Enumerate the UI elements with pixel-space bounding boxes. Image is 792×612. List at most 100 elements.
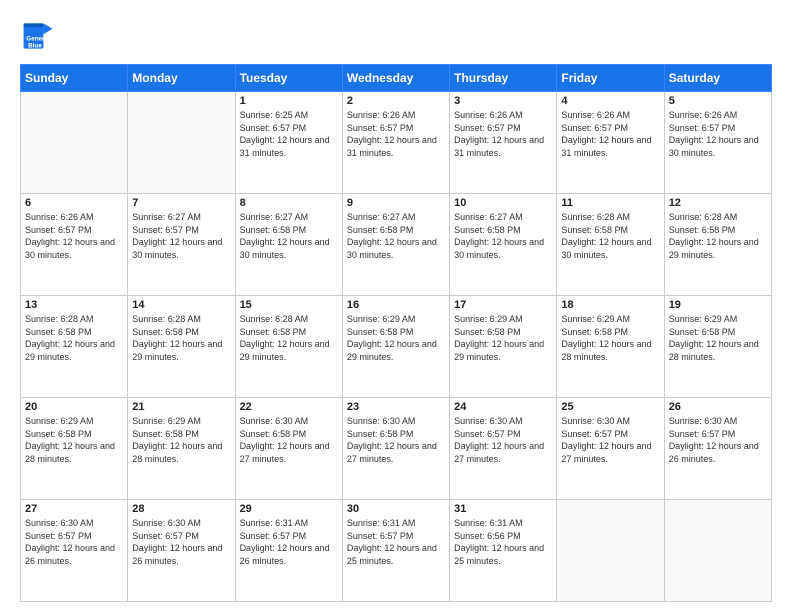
- day-info: Sunrise: 6:29 AM Sunset: 6:58 PM Dayligh…: [132, 415, 230, 465]
- calendar-cell: 31 Sunrise: 6:31 AM Sunset: 6:56 PM Dayli…: [450, 500, 557, 602]
- calendar-cell: 26 Sunrise: 6:30 AM Sunset: 6:57 PM Dayli…: [664, 398, 771, 500]
- weekday-header-monday: Monday: [128, 65, 235, 92]
- logo-icon: General Blue: [20, 18, 56, 54]
- day-number: 2: [347, 95, 445, 107]
- header: General Blue: [20, 18, 772, 54]
- day-info: Sunrise: 6:30 AM Sunset: 6:58 PM Dayligh…: [347, 415, 445, 465]
- weekday-header-thursday: Thursday: [450, 65, 557, 92]
- logo: General Blue: [20, 18, 56, 54]
- calendar-cell: 21 Sunrise: 6:29 AM Sunset: 6:58 PM Dayli…: [128, 398, 235, 500]
- day-number: 21: [132, 401, 230, 413]
- calendar-cell: 12 Sunrise: 6:28 AM Sunset: 6:58 PM Dayli…: [664, 194, 771, 296]
- day-info: Sunrise: 6:26 AM Sunset: 6:57 PM Dayligh…: [25, 211, 123, 261]
- calendar-cell: 6Sunrise: 6:26 AM Sunset: 6:57 PM Daylig…: [21, 194, 128, 296]
- day-number: 27: [25, 503, 123, 515]
- svg-text:General: General: [26, 36, 50, 43]
- day-info: Sunrise: 6:28 AM Sunset: 6:58 PM Dayligh…: [132, 313, 230, 363]
- day-info: Sunrise: 6:28 AM Sunset: 6:58 PM Dayligh…: [561, 211, 659, 261]
- day-info: Sunrise: 6:31 AM Sunset: 6:57 PM Dayligh…: [240, 517, 338, 567]
- week-row-3: 13 Sunrise: 6:28 AM Sunset: 6:58 PM Dayli…: [21, 296, 772, 398]
- calendar-cell: 23Sunrise: 6:30 AM Sunset: 6:58 PM Dayli…: [342, 398, 449, 500]
- day-info: Sunrise: 6:26 AM Sunset: 6:57 PM Dayligh…: [561, 109, 659, 159]
- day-number: 11: [561, 197, 659, 209]
- weekday-header-friday: Friday: [557, 65, 664, 92]
- calendar-cell: 17 Sunrise: 6:29 AM Sunset: 6:58 PM Dayli…: [450, 296, 557, 398]
- calendar-cell: 16Sunrise: 6:29 AM Sunset: 6:58 PM Dayli…: [342, 296, 449, 398]
- calendar-cell: [21, 92, 128, 194]
- day-number: 7: [132, 197, 230, 209]
- week-row-5: 27 Sunrise: 6:30 AM Sunset: 6:57 PM Dayli…: [21, 500, 772, 602]
- calendar-cell: 8Sunrise: 6:27 AM Sunset: 6:58 PM Daylig…: [235, 194, 342, 296]
- day-number: 29: [240, 503, 338, 515]
- calendar-cell: 20 Sunrise: 6:29 AM Sunset: 6:58 PM Dayli…: [21, 398, 128, 500]
- day-number: 28: [132, 503, 230, 515]
- calendar-cell: 4 Sunrise: 6:26 AM Sunset: 6:57 PM Daylig…: [557, 92, 664, 194]
- day-info: Sunrise: 6:29 AM Sunset: 6:58 PM Dayligh…: [347, 313, 445, 363]
- day-number: 4: [561, 95, 659, 107]
- day-number: 19: [669, 299, 767, 311]
- calendar-cell: 3Sunrise: 6:26 AM Sunset: 6:57 PM Daylig…: [450, 92, 557, 194]
- calendar-cell: 2 Sunrise: 6:26 AM Sunset: 6:57 PM Daylig…: [342, 92, 449, 194]
- calendar-cell: 24 Sunrise: 6:30 AM Sunset: 6:57 PM Dayli…: [450, 398, 557, 500]
- calendar-cell: 7Sunrise: 6:27 AM Sunset: 6:57 PM Daylig…: [128, 194, 235, 296]
- calendar-cell: 29 Sunrise: 6:31 AM Sunset: 6:57 PM Dayli…: [235, 500, 342, 602]
- day-number: 25: [561, 401, 659, 413]
- day-info: Sunrise: 6:29 AM Sunset: 6:58 PM Dayligh…: [561, 313, 659, 363]
- day-number: 13: [25, 299, 123, 311]
- day-number: 10: [454, 197, 552, 209]
- calendar-cell: 27Sunrise: 6:30 AM Sunset: 6:57 PM Dayli…: [21, 500, 128, 602]
- day-info: Sunrise: 6:27 AM Sunset: 6:58 PM Dayligh…: [240, 211, 338, 261]
- day-info: Sunrise: 6:30 AM Sunset: 6:57 PM Dayligh…: [561, 415, 659, 465]
- week-row-2: 6Sunrise: 6:26 AM Sunset: 6:57 PM Daylig…: [21, 194, 772, 296]
- day-number: 12: [669, 197, 767, 209]
- svg-text:Blue: Blue: [28, 43, 42, 50]
- day-info: Sunrise: 6:29 AM Sunset: 6:58 PM Dayligh…: [669, 313, 767, 363]
- calendar-cell: [664, 500, 771, 602]
- calendar-cell: 28 Sunrise: 6:30 AM Sunset: 6:57 PM Dayli…: [128, 500, 235, 602]
- calendar-cell: 9 Sunrise: 6:27 AM Sunset: 6:58 PM Daylig…: [342, 194, 449, 296]
- day-number: 15: [240, 299, 338, 311]
- day-info: Sunrise: 6:30 AM Sunset: 6:57 PM Dayligh…: [132, 517, 230, 567]
- day-number: 30: [347, 503, 445, 515]
- calendar-cell: 1 Sunrise: 6:25 AM Sunset: 6:57 PM Daylig…: [235, 92, 342, 194]
- calendar-cell: 10 Sunrise: 6:27 AM Sunset: 6:58 PM Dayli…: [450, 194, 557, 296]
- weekday-header-tuesday: Tuesday: [235, 65, 342, 92]
- week-row-1: 1 Sunrise: 6:25 AM Sunset: 6:57 PM Daylig…: [21, 92, 772, 194]
- day-info: Sunrise: 6:29 AM Sunset: 6:58 PM Dayligh…: [25, 415, 123, 465]
- day-info: Sunrise: 6:26 AM Sunset: 6:57 PM Dayligh…: [454, 109, 552, 159]
- day-info: Sunrise: 6:30 AM Sunset: 6:57 PM Dayligh…: [454, 415, 552, 465]
- day-info: Sunrise: 6:28 AM Sunset: 6:58 PM Dayligh…: [240, 313, 338, 363]
- day-info: Sunrise: 6:31 AM Sunset: 6:56 PM Dayligh…: [454, 517, 552, 567]
- day-number: 1: [240, 95, 338, 107]
- day-info: Sunrise: 6:25 AM Sunset: 6:57 PM Dayligh…: [240, 109, 338, 159]
- calendar-cell: 13 Sunrise: 6:28 AM Sunset: 6:58 PM Dayli…: [21, 296, 128, 398]
- day-number: 31: [454, 503, 552, 515]
- week-row-4: 20 Sunrise: 6:29 AM Sunset: 6:58 PM Dayli…: [21, 398, 772, 500]
- weekday-header-saturday: Saturday: [664, 65, 771, 92]
- calendar-cell: 14 Sunrise: 6:28 AM Sunset: 6:58 PM Dayli…: [128, 296, 235, 398]
- day-info: Sunrise: 6:29 AM Sunset: 6:58 PM Dayligh…: [454, 313, 552, 363]
- calendar-cell: 5Sunrise: 6:26 AM Sunset: 6:57 PM Daylig…: [664, 92, 771, 194]
- day-number: 24: [454, 401, 552, 413]
- day-number: 9: [347, 197, 445, 209]
- day-info: Sunrise: 6:27 AM Sunset: 6:58 PM Dayligh…: [454, 211, 552, 261]
- day-info: Sunrise: 6:28 AM Sunset: 6:58 PM Dayligh…: [669, 211, 767, 261]
- day-info: Sunrise: 6:28 AM Sunset: 6:58 PM Dayligh…: [25, 313, 123, 363]
- calendar-cell: [557, 500, 664, 602]
- day-number: 26: [669, 401, 767, 413]
- day-info: Sunrise: 6:30 AM Sunset: 6:57 PM Dayligh…: [669, 415, 767, 465]
- day-number: 17: [454, 299, 552, 311]
- calendar-cell: 15 Sunrise: 6:28 AM Sunset: 6:58 PM Dayli…: [235, 296, 342, 398]
- day-info: Sunrise: 6:27 AM Sunset: 6:58 PM Dayligh…: [347, 211, 445, 261]
- day-number: 22: [240, 401, 338, 413]
- day-number: 14: [132, 299, 230, 311]
- day-number: 20: [25, 401, 123, 413]
- day-info: Sunrise: 6:26 AM Sunset: 6:57 PM Dayligh…: [347, 109, 445, 159]
- day-info: Sunrise: 6:30 AM Sunset: 6:58 PM Dayligh…: [240, 415, 338, 465]
- calendar-cell: 18Sunrise: 6:29 AM Sunset: 6:58 PM Dayli…: [557, 296, 664, 398]
- calendar-cell: 11 Sunrise: 6:28 AM Sunset: 6:58 PM Dayli…: [557, 194, 664, 296]
- page: General Blue SundayMondayTuesdayWednesda…: [0, 0, 792, 612]
- weekday-header-sunday: Sunday: [21, 65, 128, 92]
- day-info: Sunrise: 6:31 AM Sunset: 6:57 PM Dayligh…: [347, 517, 445, 567]
- calendar-table: SundayMondayTuesdayWednesdayThursdayFrid…: [20, 64, 772, 602]
